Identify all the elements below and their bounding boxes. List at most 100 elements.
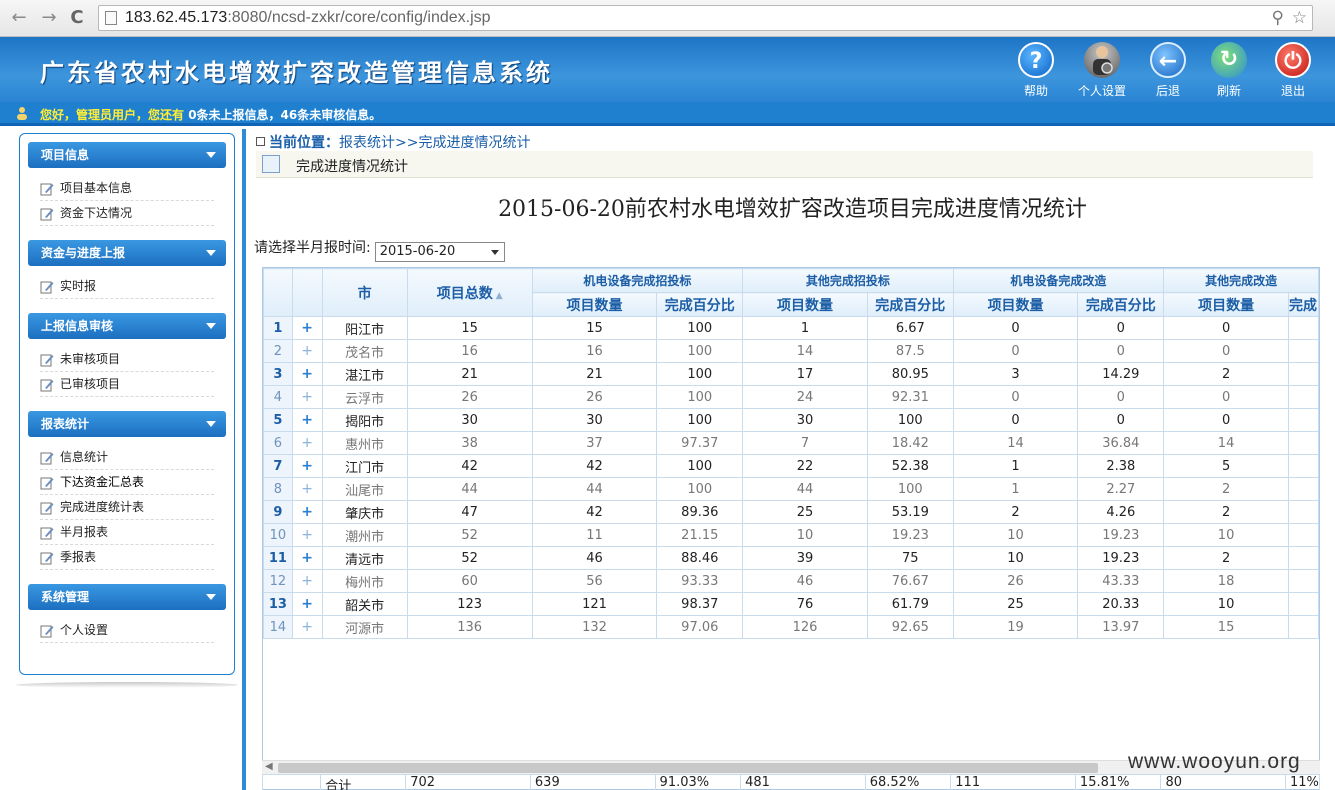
table-row[interactable]: 13 + 韶关市 123 121 98.37 76 61.79 25 20.33 10 [263,592,1319,616]
cell-equip-bid-percent: 100 [656,477,744,501]
refresh-button[interactable]: ↻ 刷新 [1202,42,1256,100]
logout-button[interactable]: ⏻ 退出 [1266,42,1320,100]
cell-equip-bid-count: 37 [531,431,658,455]
scroll-left-icon[interactable]: ◀ [265,761,273,772]
table-row[interactable]: 1 + 阳江市 15 15 100 1 6.67 0 0 0 [263,316,1319,340]
edit-icon [40,281,54,294]
expand-plus-icon[interactable]: + [291,408,323,432]
sidebar-item-unreviewed[interactable]: 未审核项目 [40,347,214,372]
table-row[interactable]: 4 + 云浮市 26 26 100 24 92.31 0 0 0 [263,385,1319,409]
sidebar-item-project-basic-info[interactable]: 项目基本信息 [40,176,214,201]
expand-plus-icon[interactable]: + [291,362,323,386]
logout-icon: ⏻ [1275,42,1311,78]
cell-equip-reno-percent: 13.97 [1077,615,1165,639]
cell-other-bid-count: 39 [742,546,868,570]
expand-plus-icon[interactable]: + [291,569,323,593]
sidebar-item-reviewed[interactable]: 已审核项目 [40,372,214,397]
cell-equip-reno-percent: 4.26 [1077,500,1165,524]
browser-reload-icon[interactable]: C [66,7,88,29]
cell-other-bid-percent: 75 [866,546,954,570]
row-number: 2 [263,339,293,363]
expand-plus-icon[interactable]: + [291,546,323,570]
expand-plus-icon[interactable]: + [291,454,323,478]
personal-settings-button[interactable]: 个人设置 [1075,42,1129,100]
table-row[interactable]: 6 + 惠州市 38 37 97.37 7 18.42 14 36.84 14 [263,431,1319,455]
cell-other-reno-percent [1287,339,1319,363]
sidebar-group-statistics[interactable]: 报表统计 [28,411,226,437]
table-row[interactable]: 11 + 清远市 52 46 88.46 39 75 10 19.23 2 [263,546,1319,570]
sidebar-item-fund-allocation[interactable]: 资金下达情况 [40,201,214,226]
header-percent[interactable]: 完成百分比 [1077,292,1165,317]
cell-equip-bid-percent: 97.37 [656,431,744,455]
table-row[interactable]: 8 + 汕尾市 44 44 100 44 100 1 2.27 2 [263,477,1319,501]
breadcrumb-link[interactable]: 报表统计>>完成进度情况统计 [339,135,530,151]
sidebar-group-report-review[interactable]: 上报信息审核 [28,313,226,339]
sidebar-item-half-month-report[interactable]: 半月报表 [40,520,214,545]
totals-p4: 11% [1285,774,1320,790]
sidebar-item-info-stats[interactable]: 信息统计 [40,445,214,470]
row-number: 7 [263,454,293,478]
progress-table: 市 项目总数 ▲ 机电设备完成招投标 其他完成招投标 机电设备完成改造 其他完成改… [262,267,1320,790]
header-city[interactable]: 市 [321,268,408,317]
table-row[interactable]: 5 + 揭阳市 30 30 100 30 100 0 0 0 [263,408,1319,432]
cell-city: 潮州市 [321,523,408,547]
totals-p3: 15.81% [1074,774,1162,790]
table-row[interactable]: 3 + 湛江市 21 21 100 17 80.95 3 14.29 2 [263,362,1319,386]
row-number: 12 [263,569,293,593]
table-row[interactable]: 7 + 江门市 42 42 100 22 52.38 1 2.38 5 [263,454,1319,478]
scrollbar-thumb[interactable] [278,763,1098,773]
cell-city: 清远市 [321,546,408,570]
expand-plus-icon[interactable]: + [291,316,323,340]
browser-forward-icon[interactable]: → [38,7,60,29]
sort-icon[interactable]: ▲ [496,291,503,301]
help-button[interactable]: ? 帮助 [1009,42,1063,100]
table-row[interactable]: 14 + 河源市 136 132 97.06 126 92.65 19 13.97 15 [263,615,1319,639]
expand-plus-icon[interactable]: + [291,339,323,363]
sidebar-item-progress-stats[interactable]: 完成进度统计表 [40,495,214,520]
cell-total: 47 [406,500,533,524]
header-count[interactable]: 项目数量 [952,292,1079,317]
cell-city: 汕尾市 [321,477,408,501]
sidebar-group-project-info[interactable]: 项目信息 [28,142,226,168]
header-total[interactable]: 项目总数 ▲ [406,268,533,317]
sidebar-group-system[interactable]: 系统管理 [28,584,226,610]
cell-other-bid-percent: 61.79 [866,592,954,616]
period-select[interactable]: 2015-06-20 [374,242,505,262]
sidebar-group-fund-progress-report[interactable]: 资金与进度上报 [28,240,226,266]
cell-other-reno-count: 10 [1163,523,1289,547]
table-row[interactable]: 12 + 梅州市 60 56 93.33 46 76.67 26 43.33 18 [263,569,1319,593]
table-row[interactable]: 9 + 肇庆市 47 42 89.36 25 53.19 2 4.26 2 [263,500,1319,524]
browser-back-icon[interactable]: ← [8,7,30,29]
header-count[interactable]: 项目数量 [742,292,868,317]
row-number: 6 [263,431,293,455]
header-percent[interactable]: 完成 [1287,292,1319,317]
header-count[interactable]: 项目数量 [1163,292,1289,317]
sidebar-item-personal-settings[interactable]: 个人设置 [40,618,214,643]
sidebar-item-realtime-report[interactable]: 实时报 [40,274,214,299]
header-percent[interactable]: 完成百分比 [866,292,954,317]
back-button[interactable]: ← 后退 [1141,42,1195,100]
cell-other-reno-percent [1287,431,1319,455]
table-row[interactable]: 10 + 潮州市 52 11 21.15 10 19.23 10 19.23 10 [263,523,1319,547]
cell-other-bid-count: 17 [742,362,868,386]
expand-plus-icon[interactable]: + [291,431,323,455]
expand-plus-icon[interactable]: + [291,477,323,501]
cell-other-reno-count: 14 [1163,431,1289,455]
header-count[interactable]: 项目数量 [531,292,658,317]
cell-other-bid-count: 44 [742,477,868,501]
sidebar-item-quarter-report[interactable]: 季报表 [40,545,214,570]
expand-plus-icon[interactable]: + [291,500,323,524]
table-row[interactable]: 2 + 茂名市 16 16 100 14 87.5 0 0 0 [263,339,1319,363]
expand-plus-icon[interactable]: + [291,615,323,639]
sidebar-item-fund-summary[interactable]: 下达资金汇总表 [40,470,214,495]
bookmark-star-icon[interactable]: ☆ [1292,8,1307,28]
expand-plus-icon[interactable]: + [291,592,323,616]
collapse-box-icon[interactable] [256,137,265,146]
cell-city: 韶关市 [321,592,408,616]
expand-plus-icon[interactable]: + [291,523,323,547]
expand-plus-icon[interactable]: + [291,385,323,409]
cell-total: 26 [406,385,533,409]
extension-icon[interactable]: ⚲ [1272,8,1284,28]
address-bar[interactable]: 183.62.45.173:8080/ncsd-zxkr/core/config… [98,5,1313,31]
header-percent[interactable]: 完成百分比 [656,292,744,317]
